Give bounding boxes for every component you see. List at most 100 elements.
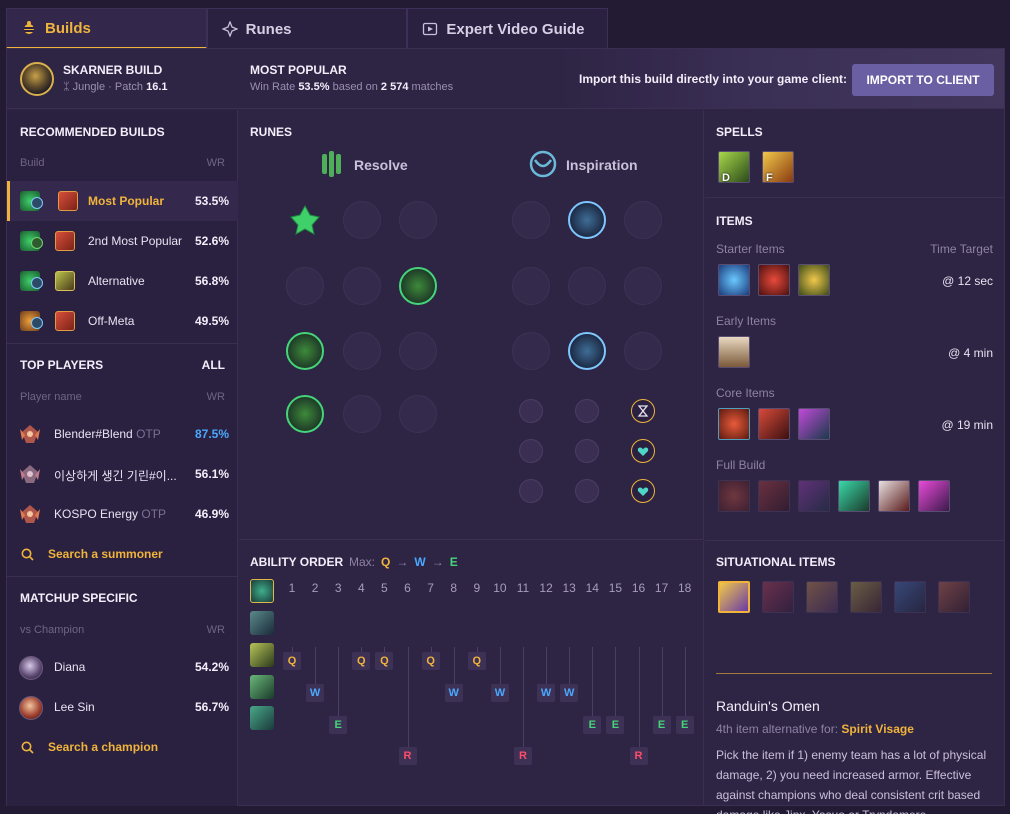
rune-demolish[interactable] [286, 267, 324, 305]
import-to-client-button[interactable]: IMPORT TO CLIENT [852, 64, 994, 96]
item-icon [55, 311, 75, 331]
rune-approach-velocity[interactable] [568, 332, 606, 370]
search-summoner-link[interactable]: Search a summoner [21, 547, 163, 561]
runes-section: RUNES Resolve Inspiration [239, 110, 704, 540]
skill-level-chip: W [306, 684, 325, 702]
item-thornmail[interactable] [798, 408, 830, 440]
champion-name: Diana [54, 660, 86, 674]
inspiration-tree-icon [529, 150, 557, 178]
item-abyssal-mask[interactable] [918, 480, 950, 512]
tab-expert-video-guide[interactable]: Expert Video Guide [407, 8, 609, 49]
skill-level-chip: R [629, 747, 648, 765]
item-boots[interactable] [718, 336, 750, 368]
runes-title: RUNES [250, 125, 293, 139]
level-connector [546, 647, 548, 684]
item-sunfire-aegis[interactable] [718, 408, 750, 440]
level-connector [523, 647, 524, 747]
rune-grasp-keystone[interactable] [286, 201, 324, 239]
rune-time-warp-tonic[interactable] [568, 267, 606, 305]
summoner-spell-smite[interactable]: D [718, 151, 750, 184]
rune-magical-footwear[interactable] [568, 201, 606, 239]
shard-ability-haste[interactable] [631, 399, 655, 423]
rune-shield-bash[interactable] [399, 267, 437, 305]
item-situational-2[interactable] [762, 581, 794, 613]
shard-health[interactable] [519, 479, 543, 503]
player-row[interactable]: 이상하게 생긴 기린#이... 56.1% [7, 454, 238, 494]
build-row-2nd-most-popular[interactable]: 2nd Most Popular 52.6% [7, 221, 238, 261]
item-scorchclaw-pup[interactable] [718, 264, 750, 296]
skill-level-chip: E [675, 716, 694, 734]
skill-level-chip: R [514, 747, 532, 765]
ability-order-section: ABILITY ORDER Max: Q → W → E 1Q2W3E4Q5Q6… [239, 541, 704, 806]
player-name-text: Blender#Blend [54, 427, 133, 441]
build-row-most-popular[interactable]: Most Popular 53.5% [7, 181, 238, 221]
item-thornmail-full[interactable] [798, 480, 830, 512]
rune-biscuit-delivery[interactable] [624, 267, 662, 305]
matchup-row-diana[interactable]: Diana 54.2% [7, 647, 238, 687]
champion-avatar [19, 656, 43, 680]
win-rate-value: 53.5% [298, 81, 330, 93]
item-stealth-ward[interactable] [798, 264, 830, 296]
item-plated-steelcaps[interactable] [758, 408, 790, 440]
rune-hextech-flashtraption[interactable] [512, 201, 550, 239]
item-randuins-omen[interactable] [718, 581, 750, 613]
shard-move-speed[interactable] [575, 439, 599, 463]
player-wr: 46.9% [194, 507, 229, 521]
divider [7, 576, 238, 577]
player-row[interactable]: KOSPO Energy OTP 46.9% [7, 494, 238, 534]
player-name-text: KOSPO Energy [54, 507, 139, 521]
secondary-tree-icon [31, 197, 43, 209]
level-number: 17 [654, 581, 669, 595]
item-situational-3[interactable] [806, 581, 838, 613]
rune-cash-back[interactable] [624, 201, 662, 239]
build-row-off-meta[interactable]: Off-Meta 49.5% [7, 301, 238, 341]
item-health-potion[interactable] [758, 264, 790, 296]
item-plated-steelcaps-full[interactable] [758, 480, 790, 512]
summoner-spell-flash[interactable]: F [762, 151, 794, 184]
max-second: W [414, 555, 426, 569]
level-number: 6 [404, 581, 411, 595]
rune-triple-tonic[interactable] [512, 267, 550, 305]
matchup-wr: 56.7% [194, 700, 229, 714]
rune-guardian[interactable] [399, 201, 437, 239]
player-row[interactable]: Blender#Blend OTP 87.5% [7, 414, 238, 454]
build-name: Off-Meta [88, 314, 135, 328]
item-jaksho[interactable] [878, 480, 910, 512]
tab-bar: Builds Runes Expert Video Guide [6, 8, 609, 49]
player-wr: 56.1% [194, 467, 229, 481]
shard-health-scaling[interactable] [631, 439, 655, 463]
shard-attack-speed[interactable] [575, 399, 599, 423]
matchup-row-lee-sin[interactable]: Lee Sin 56.7% [7, 687, 238, 727]
rune-unflinching[interactable] [399, 395, 437, 433]
top-players-all-link[interactable]: ALL [202, 358, 225, 372]
rune-bone-plating[interactable] [399, 332, 437, 370]
tab-runes[interactable]: Runes [206, 8, 408, 49]
skill-level-chip: R [398, 747, 417, 765]
rune-conditioning[interactable] [286, 332, 324, 370]
rune-overgrowth[interactable] [286, 395, 324, 433]
item-situational-4[interactable] [850, 581, 882, 613]
rune-revitalize[interactable] [343, 395, 381, 433]
build-wr: 56.8% [194, 274, 229, 288]
level-number: 9 [473, 581, 481, 595]
rune-font-of-life[interactable] [343, 267, 381, 305]
rune-cosmic-insight[interactable] [512, 332, 550, 370]
item-spirit-visage[interactable] [838, 480, 870, 512]
shard-health-scaling-2[interactable] [631, 479, 655, 503]
ability-order-title: ABILITY ORDER [250, 555, 344, 569]
search-champion-link[interactable]: Search a champion [21, 740, 158, 754]
champion-avatar [19, 696, 43, 720]
search-icon [21, 548, 34, 561]
item-situational-6[interactable] [938, 581, 970, 613]
shard-tenacity[interactable] [575, 479, 599, 503]
shard-adaptive-force-2[interactable] [519, 439, 543, 463]
item-sunfire-aegis-full[interactable] [718, 480, 750, 512]
shard-adaptive-force[interactable] [519, 399, 543, 423]
rune-jack-of-all-trades[interactable] [624, 332, 662, 370]
hourglass-icon [637, 405, 649, 417]
item-situational-5[interactable] [894, 581, 926, 613]
build-row-alternative[interactable]: Alternative 56.8% [7, 261, 238, 301]
rune-second-wind[interactable] [343, 332, 381, 370]
tab-builds[interactable]: Builds [6, 8, 207, 49]
rune-aftershock[interactable] [343, 201, 381, 239]
